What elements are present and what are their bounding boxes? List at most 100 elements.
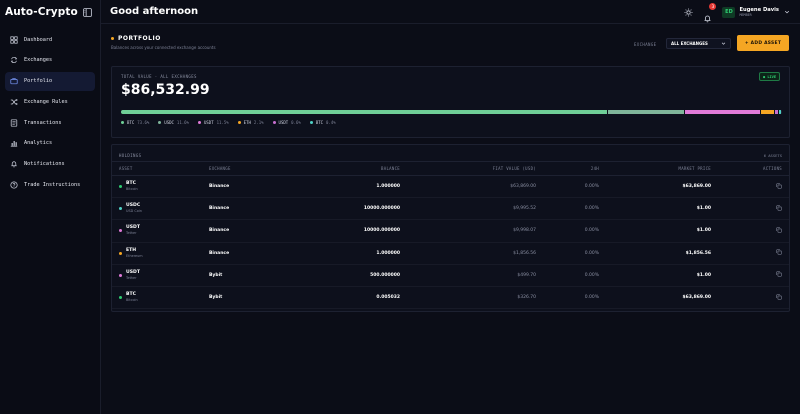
table-row[interactable]: BTC Bitcoin Bybit 0.005032 $326.70 0.00% $63,8…	[112, 286, 789, 310]
asset-symbol: USDT	[126, 269, 140, 275]
copy-icon[interactable]	[776, 249, 782, 255]
fiat-value-cell: $1,856.56	[407, 242, 543, 265]
table-row[interactable]: USDT Tether Bybit 500.000000 $499.70 0.00% $1.…	[112, 264, 789, 287]
asset-cell: BTC Bitcoin	[112, 286, 202, 310]
column-header-market-price[interactable]: MARKET PRICE	[606, 161, 718, 176]
legend-percent: 73.6%	[137, 120, 150, 125]
sidebar: Auto-Crypto Dashboard Exchanges Portfoli…	[0, 0, 101, 414]
legend-item: USDT 11.5%	[197, 120, 229, 125]
legend-symbol: ETH	[243, 120, 251, 125]
asset-color-dot	[119, 296, 122, 300]
table-row[interactable]: BTC Bitcoin Binance 1.000000 $63,869.00 0.00%…	[112, 175, 789, 199]
page-title: PORTFOLIO	[111, 35, 216, 42]
legend-percent: 2.1%	[253, 120, 264, 125]
holdings-title: HOLDINGS	[119, 153, 142, 158]
actions-cell	[718, 242, 789, 265]
top-bar-actions: 3 ED Eugene Davis MEMBER	[684, 0, 790, 24]
add-asset-button[interactable]: + ADD ASSET	[737, 35, 789, 51]
copy-icon[interactable]	[776, 205, 782, 211]
market-price-cell: $1.00	[606, 264, 718, 287]
total-value-card: TOTAL VALUE · ALL EXCHANGES $86,532.99 ●…	[111, 66, 790, 138]
brand-bar: Auto-Crypto	[0, 0, 100, 24]
column-header-24h[interactable]: 24H	[543, 161, 606, 176]
allocation-segment	[684, 110, 761, 114]
fiat-value-cell: $63,869.00	[407, 175, 543, 199]
sidebar-nav: Dashboard Exchanges Portfolio Exchange R…	[0, 30, 100, 195]
total-value-label: TOTAL VALUE · ALL EXCHANGES	[121, 74, 197, 79]
sidebar-item-exchanges[interactable]: Exchanges	[5, 51, 95, 70]
table-row[interactable]: USDT Tether Binance 10000.000000 $9,998.07 0.…	[112, 219, 789, 243]
legend-dot	[158, 121, 162, 124]
allocation-segment	[760, 110, 775, 114]
briefcase-icon	[10, 78, 18, 85]
change-24h-cell: 0.00%	[543, 264, 606, 287]
copy-icon[interactable]	[776, 271, 782, 277]
legend-item: ETH 2.1%	[237, 120, 264, 125]
chevron-down-icon	[721, 42, 726, 45]
bell-icon	[704, 15, 712, 22]
chevron-down-icon[interactable]	[784, 9, 790, 15]
exchange-cell: Binance	[202, 175, 302, 199]
greeting-title: Good afternoon	[110, 6, 199, 17]
legend-item: USDC 11.6%	[158, 120, 189, 125]
copy-icon[interactable]	[776, 227, 782, 233]
sidebar-item-label: Trade Instructions	[24, 182, 81, 189]
column-header-balance[interactable]: BALANCE	[302, 161, 407, 176]
sidebar-item-portfolio[interactable]: Portfolio	[5, 71, 95, 91]
legend-symbol: USDT	[203, 120, 214, 125]
exchange-cell: Binance	[202, 219, 302, 243]
legend-symbol: USDC	[164, 120, 174, 125]
legend-dot	[197, 121, 201, 124]
exchange-icon	[10, 57, 18, 64]
user-info[interactable]: Eugene Davis MEMBER	[739, 7, 779, 17]
fiat-value-cell: $326.70	[407, 286, 543, 310]
balance-cell: 10000.000000	[302, 219, 407, 243]
sun-icon[interactable]	[684, 7, 694, 17]
top-bar: Good afternoon 3 ED Eugene Davis MEMBER	[101, 0, 800, 24]
balance-cell: 0.005032	[302, 286, 407, 310]
sidebar-toggle-icon[interactable]	[83, 7, 92, 17]
legend-symbol: USDT	[278, 120, 289, 125]
notifications-button[interactable]: 3	[703, 2, 717, 22]
legend-dot	[121, 121, 124, 124]
help-icon	[10, 181, 18, 189]
column-header-exchange[interactable]: EXCHANGE	[202, 161, 302, 176]
sidebar-item-transactions[interactable]: Transactions	[5, 113, 95, 132]
sidebar-item-label: Analytics	[24, 140, 53, 147]
exchange-cell: Bybit	[202, 286, 302, 310]
legend-percent: 11.6%	[176, 120, 189, 125]
market-price-cell: $1.00	[606, 219, 718, 243]
exchange-filter-select[interactable]: ALL EXCHANGES	[666, 38, 731, 49]
page-title-text: PORTFOLIO	[118, 35, 161, 42]
table-row[interactable]: USDC USD Coin Binance 10000.000000 $9,995.52…	[112, 197, 789, 221]
sidebar-item-trade-instructions[interactable]: Trade Instructions	[5, 176, 95, 195]
fiat-value-cell: $9,998.07	[407, 219, 543, 243]
sidebar-item-exchange-rules[interactable]: Exchange Rules	[5, 92, 95, 111]
legend-percent: 0.6%	[291, 120, 301, 125]
balance-cell: 500.000000	[302, 264, 407, 287]
sidebar-item-analytics[interactable]: Analytics	[5, 134, 95, 153]
column-header-fiat-value[interactable]: FIAT VALUE (USD)	[407, 161, 543, 176]
table-row[interactable]: ETH Ethereum Binance 1.000000 $1,856.56 0.00%…	[112, 242, 789, 265]
sidebar-item-dashboard[interactable]: Dashboard	[5, 30, 95, 49]
exchange-cell: Binance	[202, 197, 302, 221]
column-header-asset[interactable]: ASSET	[112, 161, 202, 176]
avatar[interactable]: ED	[722, 6, 736, 18]
asset-name: USD Coin	[126, 209, 142, 214]
chart-icon	[10, 141, 18, 148]
legend-percent: 0.4%	[326, 120, 336, 125]
exchange-cell: Bybit	[202, 264, 302, 287]
allocation-bar	[121, 110, 782, 114]
legend-symbol: BTC	[127, 120, 135, 125]
sidebar-item-notifications[interactable]: Notifications	[5, 155, 95, 174]
asset-color-dot	[119, 251, 122, 255]
list-icon	[10, 119, 18, 127]
copy-icon[interactable]	[776, 293, 782, 300]
allocation-segment	[777, 110, 781, 114]
copy-icon[interactable]	[776, 183, 782, 189]
exchange-cell: Binance	[202, 242, 302, 265]
asset-name: Tether	[126, 275, 137, 280]
sidebar-item-label: Transactions	[24, 119, 62, 126]
legend-dot	[272, 121, 276, 124]
notification-count-badge: 3	[709, 2, 717, 10]
